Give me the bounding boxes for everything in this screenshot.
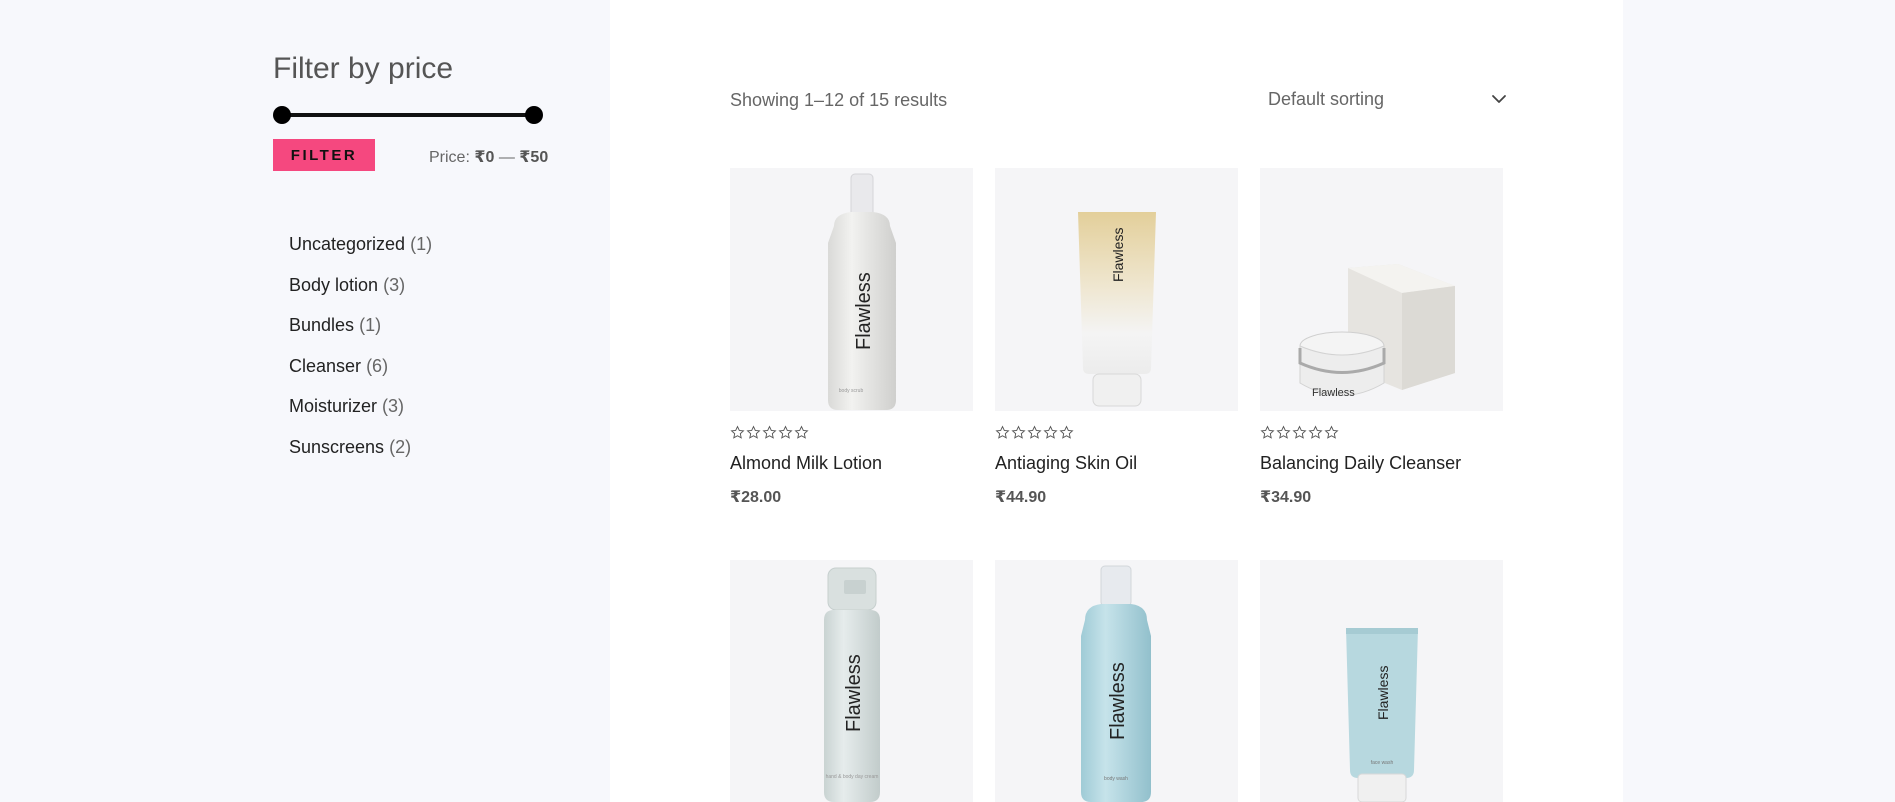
product-title[interactable]: Antiaging Skin Oil bbox=[995, 453, 1238, 474]
product-price: ₹28.00 bbox=[730, 489, 782, 506]
slider-min-handle[interactable] bbox=[273, 106, 291, 124]
star-outline-icon bbox=[794, 425, 809, 439]
product-sub-text: body scrub bbox=[839, 388, 864, 394]
star-outline-icon bbox=[1324, 425, 1339, 439]
product-price: ₹34.90 bbox=[1260, 489, 1312, 506]
shop-page: Filter by price FILTER Price: ₹0 — ₹50 U… bbox=[0, 0, 1895, 802]
product-brand-text: Flawless bbox=[1312, 387, 1355, 399]
filter-by-price-title: Filter by price bbox=[273, 52, 454, 85]
star-outline-icon bbox=[778, 425, 793, 439]
product-image[interactable]: Flawless bbox=[1260, 168, 1503, 411]
product-brand-text: Flawless bbox=[1110, 228, 1126, 282]
list-item: Uncategorized (1) bbox=[289, 234, 432, 275]
star-outline-icon bbox=[762, 425, 777, 439]
product-image[interactable]: Flawless body scrub bbox=[730, 168, 973, 411]
category-count: (1) bbox=[359, 315, 382, 335]
product-image[interactable]: Flawless bbox=[995, 168, 1238, 411]
star-outline-icon bbox=[1292, 425, 1307, 439]
slider-track bbox=[282, 113, 534, 117]
category-link[interactable]: Body lotion bbox=[289, 275, 378, 295]
product-listing: Showing 1–12 of 15 results Default sorti… bbox=[610, 0, 1623, 802]
lotion-bottle-image: Flawless body scrub bbox=[828, 173, 896, 410]
star-outline-icon bbox=[1308, 425, 1323, 439]
product-card: Flawless hand & body day cream bbox=[730, 560, 973, 802]
category-link[interactable]: Uncategorized bbox=[289, 234, 405, 254]
star-outline-icon bbox=[1043, 425, 1058, 439]
star-outline-icon bbox=[1059, 425, 1074, 439]
product-card: Flawless face wash bbox=[1260, 560, 1503, 802]
price-range-slider[interactable] bbox=[273, 106, 543, 124]
star-rating bbox=[995, 425, 1238, 443]
category-count: (3) bbox=[382, 396, 405, 416]
category-link[interactable]: Bundles bbox=[289, 315, 354, 335]
product-sub-text: body wash bbox=[1104, 776, 1128, 782]
category-list: Uncategorized (1) Body lotion (3) Bundle… bbox=[289, 234, 432, 477]
oil-tube-image: Flawless bbox=[1078, 212, 1156, 407]
category-count: (1) bbox=[410, 234, 433, 254]
list-item: Body lotion (3) bbox=[289, 275, 432, 316]
category-count: (2) bbox=[389, 436, 412, 457]
product-brand-text: Flawless bbox=[853, 272, 875, 350]
category-count: (6) bbox=[366, 355, 389, 376]
body-wash-bottle-image: Flawless body wash bbox=[1081, 565, 1151, 802]
star-outline-icon bbox=[995, 425, 1010, 439]
category-count: (3) bbox=[383, 274, 406, 295]
product-sub-text: hand & body day cream bbox=[826, 774, 879, 780]
product-image[interactable]: Flawless body wash bbox=[995, 560, 1238, 802]
product-card: Flawless body wash bbox=[995, 560, 1238, 802]
chevron-down-icon bbox=[1492, 95, 1506, 103]
face-wash-tube-image: Flawless face wash bbox=[1346, 628, 1418, 802]
list-item: Bundles (1) bbox=[289, 315, 432, 356]
product-image[interactable]: Flawless face wash bbox=[1260, 560, 1503, 802]
price-separator: — bbox=[498, 149, 515, 166]
list-item: Sunscreens (2) bbox=[289, 437, 432, 478]
price-prefix: Price: bbox=[429, 149, 470, 166]
product-brand-text: Flawless bbox=[1107, 662, 1129, 740]
filter-button[interactable]: FILTER bbox=[273, 139, 375, 171]
sorting-select[interactable]: Default sorting bbox=[1268, 84, 1508, 114]
product-card: Flawless Antiaging Skin Oil ₹44.90 bbox=[995, 168, 1238, 507]
star-outline-icon bbox=[1276, 425, 1291, 439]
product-title[interactable]: Almond Milk Lotion bbox=[730, 453, 973, 474]
price-range-label: Price: ₹0 — ₹50 bbox=[429, 147, 548, 167]
category-link[interactable]: Cleanser bbox=[289, 356, 361, 376]
star-outline-icon bbox=[746, 425, 761, 439]
cream-jar-box-image: Flawless bbox=[1298, 264, 1455, 399]
product-title[interactable]: Balancing Daily Cleanser bbox=[1260, 453, 1503, 474]
product-brand-text: Flawless bbox=[843, 654, 865, 732]
price-max: ₹50 bbox=[519, 149, 549, 166]
list-item: Cleanser (6) bbox=[289, 356, 432, 397]
star-rating bbox=[1260, 425, 1503, 443]
product-brand-text: Flawless bbox=[1375, 666, 1391, 720]
product-card: Flawless body scrub Almond Milk Lotion ₹… bbox=[730, 168, 973, 507]
sorting-value: Default sorting bbox=[1268, 88, 1385, 109]
cream-bottle-image: Flawless hand & body day cream bbox=[824, 567, 880, 802]
star-outline-icon bbox=[1260, 425, 1275, 439]
product-price: ₹44.90 bbox=[995, 489, 1047, 506]
product-card: Flawless Balancing Daily Cleanser ₹34.90 bbox=[1260, 168, 1503, 507]
slider-max-handle[interactable] bbox=[525, 106, 543, 124]
price-min: ₹0 bbox=[474, 149, 495, 166]
star-outline-icon bbox=[1027, 425, 1042, 439]
result-count: Showing 1–12 of 15 results bbox=[730, 90, 948, 110]
category-link[interactable]: Sunscreens bbox=[289, 437, 384, 457]
star-outline-icon bbox=[730, 425, 745, 439]
category-link[interactable]: Moisturizer bbox=[289, 396, 377, 416]
star-outline-icon bbox=[1011, 425, 1026, 439]
product-image[interactable]: Flawless hand & body day cream bbox=[730, 560, 973, 802]
list-item: Moisturizer (3) bbox=[289, 396, 432, 437]
star-rating bbox=[730, 425, 973, 443]
product-sub-text: face wash bbox=[1371, 760, 1394, 766]
